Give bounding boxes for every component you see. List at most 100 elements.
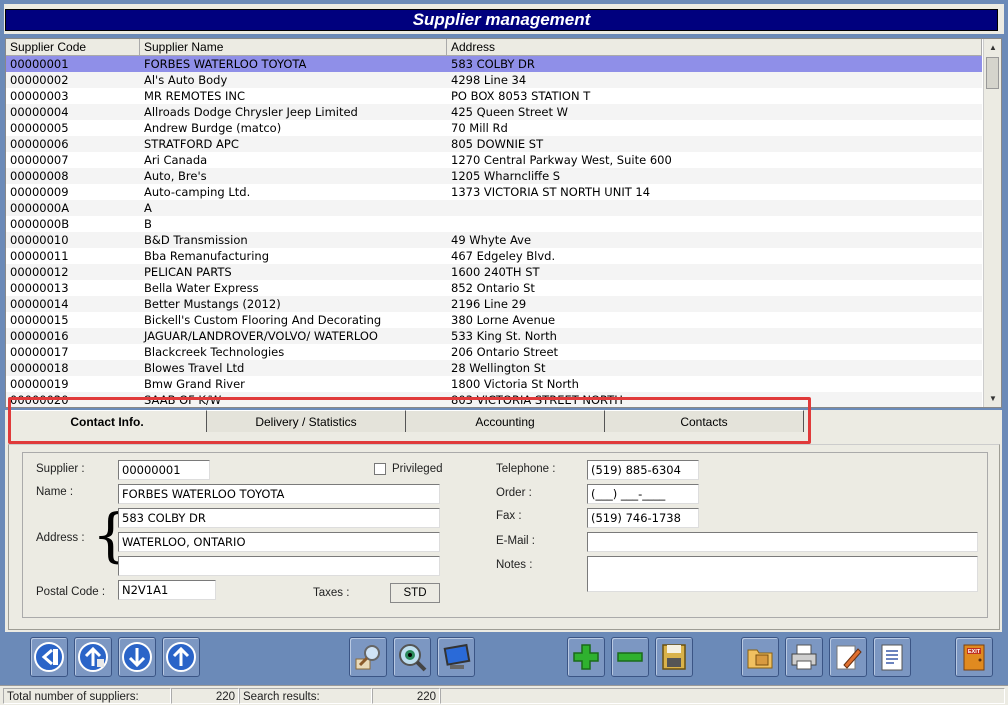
cell-name: STRATFORD APC [144,137,239,151]
cell-code: 00000013 [10,281,69,295]
table-row[interactable]: 00000007 Ari Canada 1270 Central Parkway W… [6,152,982,168]
column-header-address[interactable]: Address [447,39,982,56]
cell-code: 00000016 [10,329,69,343]
table-row[interactable]: 00000015 Bickell's Custom Flooring And De… [6,312,982,328]
table-row[interactable]: 00000008 Auto, Bre's 1205 Wharncliffe S [6,168,982,184]
exit-button[interactable]: EXIT [955,637,993,677]
address-line1-field[interactable]: 583 COLBY DR [118,508,440,528]
cell-address: 467 Edgeley Blvd. [451,249,556,263]
cell-address: 70 Mill Rd [451,121,508,135]
window-title: Supplier management [5,9,998,31]
cell-name: Auto-camping Ltd. [144,185,251,199]
exit-icon: EXIT [963,644,985,671]
table-row[interactable]: 00000001 FORBES WATERLOO TOYOTA 583 COLBY … [6,56,982,72]
delete-button[interactable] [611,637,649,677]
address-line3-field[interactable] [118,556,440,576]
supplier-grid[interactable]: Supplier Code Supplier Name Address 0000… [5,38,1002,408]
telephone-field[interactable]: (519) 885-6304 [587,460,699,480]
table-row[interactable]: 00000011 Bba Remanufacturing 467 Edgeley B… [6,248,982,264]
table-row[interactable]: 00000009 Auto-camping Ltd. 1373 VICTORIA S… [6,184,982,200]
table-row[interactable]: 00000002 Al's Auto Body 4298 Line 34 [6,72,982,88]
table-row[interactable]: 00000005 Andrew Burdge (matco) 70 Mill Rd [6,120,982,136]
folder-box-button[interactable] [741,637,779,677]
report-icon [881,644,903,671]
save-button[interactable] [655,637,693,677]
table-row[interactable]: 00000016 JAGUAR/LANDROVER/VOLVO/ WATERLOO… [6,328,982,344]
cell-code: 00000014 [10,297,69,311]
cell-code: 00000011 [10,249,69,263]
first-record-icon [34,642,64,672]
cell-name: A [144,201,152,215]
cell-address: 28 Wellington St [451,361,546,375]
cell-address: 1600 240TH ST [451,265,540,279]
telephone-label: Telephone : [496,463,556,475]
status-bar: Total number of suppliers: 220 Search re… [0,685,1008,705]
print-icon [791,644,817,670]
next-record-button[interactable] [118,637,156,677]
table-row[interactable]: 00000013 Bella Water Express 852 Ontario S… [6,280,982,296]
last-record-button[interactable] [162,637,200,677]
table-row[interactable]: 00000017 Blackcreek Technologies 206 Ontar… [6,344,982,360]
table-row[interactable]: 00000019 Bmw Grand River 1800 Victoria St … [6,376,982,392]
cell-name: JAGUAR/LANDROVER/VOLVO/ WATERLOO [144,329,378,343]
cell-address: 1800 Victoria St North [451,377,579,391]
table-row[interactable]: 00000010 B&D Transmission 49 Whyte Ave [6,232,982,248]
add-button[interactable] [567,637,605,677]
cell-name: Ari Canada [144,153,208,167]
cell-code: 0000000A [10,201,70,215]
first-record-button[interactable] [30,637,68,677]
cell-address: 425 Queen Street W [451,105,569,119]
supplier-code-field[interactable]: 00000001 [118,460,210,480]
scroll-down-icon[interactable]: ▼ [984,390,1001,407]
fax-field[interactable]: (519) 746-1738 [587,508,699,528]
table-row[interactable]: 00000004 Allroads Dodge Chrysler Jeep Lim… [6,104,982,120]
table-row[interactable]: 00000006 STRATFORD APC 805 DOWNIE ST [6,136,982,152]
search-results-value: 220 [372,688,440,704]
total-suppliers-value: 220 [171,688,239,704]
view-button[interactable] [393,637,431,677]
privileged-label: Privileged [392,463,443,475]
print-button[interactable] [785,637,823,677]
column-header-name[interactable]: Supplier Name [140,39,447,56]
table-row[interactable]: 00000012 PELICAN PARTS 1600 240TH ST [6,264,982,280]
address-line2-field[interactable]: WATERLOO, ONTARIO [118,532,440,552]
scroll-up-icon[interactable]: ▲ [984,39,1001,56]
grid-header: Supplier Code Supplier Name Address [6,39,982,56]
order-label: Order : [496,487,532,499]
cell-name: Andrew Burdge (matco) [144,121,282,135]
edit-button[interactable] [829,637,867,677]
folder-box-icon [747,649,773,669]
cell-name: Bmw Grand River [144,377,245,391]
order-field[interactable]: (___) ___-____ [587,484,699,504]
search-button[interactable] [349,637,387,677]
privileged-checkbox[interactable] [374,463,386,475]
postal-code-field[interactable]: N2V1A1 [118,580,216,600]
taxes-button[interactable]: STD [390,583,440,603]
cell-address: 1373 VICTORIA ST NORTH UNIT 14 [451,185,651,199]
next-record-icon [122,642,152,672]
report-button[interactable] [873,637,911,677]
table-row[interactable]: 0000000A A [6,200,982,216]
table-row[interactable]: 00000003 MR REMOTES INC PO BOX 8053 STATIO… [6,88,982,104]
previous-record-button[interactable] [74,637,112,677]
cell-name: Bella Water Express [144,281,259,295]
cell-address: 49 Whyte Ave [451,233,532,247]
cell-code: 00000008 [10,169,69,183]
cell-address: 852 Ontario St [451,281,535,295]
cell-name: Allroads Dodge Chrysler Jeep Limited [144,105,358,119]
search-results-label: Search results: [239,688,372,704]
email-field[interactable] [587,532,978,552]
table-row[interactable]: 0000000B B [6,216,982,232]
display-button[interactable] [437,637,475,677]
name-field[interactable]: FORBES WATERLOO TOYOTA [118,484,440,504]
tab-highlight-box [8,397,811,444]
notes-field[interactable] [587,556,978,592]
vertical-scrollbar[interactable]: ▲ ▼ [983,39,1001,407]
cell-address: 2196 Line 29 [451,297,527,311]
scroll-thumb[interactable] [986,57,999,89]
cell-address: 4298 Line 34 [451,73,527,87]
name-label: Name : [36,486,74,498]
table-row[interactable]: 00000014 Better Mustangs (2012) 2196 Line … [6,296,982,312]
table-row[interactable]: 00000018 Blowes Travel Ltd 28 Wellington S… [6,360,982,376]
column-header-code[interactable]: Supplier Code [6,39,140,56]
